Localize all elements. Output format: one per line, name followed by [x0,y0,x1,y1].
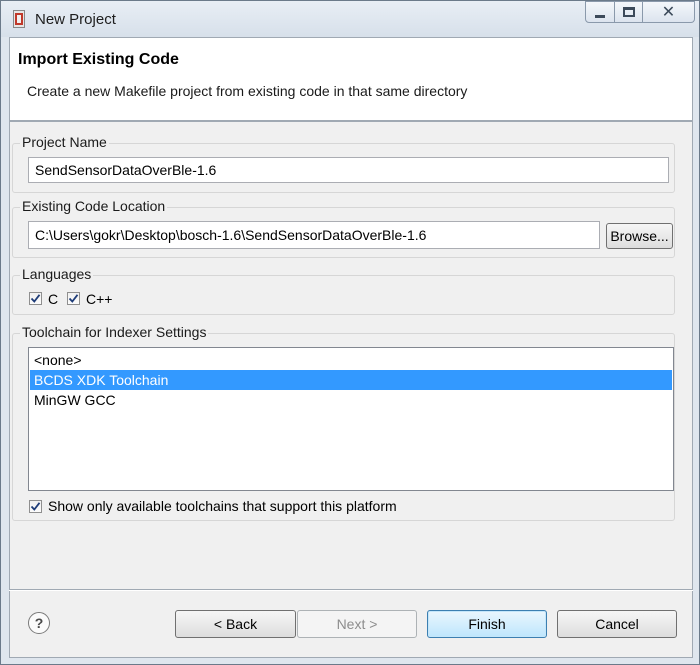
toolchain-item-mingw-gcc[interactable]: MinGW GCC [30,390,672,410]
language-c-label: C [48,291,59,307]
toolchain-item-bcds-xdk[interactable]: BCDS XDK Toolchain [30,370,672,390]
languages-label: Languages [20,266,94,282]
back-button[interactable]: < Back [175,610,296,638]
code-location-field[interactable]: C:\Users\gokr\Desktop\bosch-1.6\SendSens… [28,221,600,249]
next-button[interactable]: Next > [297,610,417,638]
maximize-icon [622,7,635,17]
cancel-button[interactable]: Cancel [557,610,677,638]
language-cpp-label: C++ [86,291,113,307]
toolchain-list[interactable]: <none> BCDS XDK Toolchain MinGW GCC [28,347,674,491]
new-project-window: New Project ✕ Import Existing Code Creat… [0,0,700,665]
show-available-toolchains-label: Show only available toolchains that supp… [48,498,397,514]
page-description: Create a new Makefile project from exist… [27,83,468,99]
page-title: Import Existing Code [18,51,179,68]
window-controls: ✕ [585,1,695,23]
maximize-button[interactable] [615,1,643,23]
eclipse-app-icon [11,10,27,28]
browse-button[interactable]: Browse... [606,223,673,249]
close-icon: ✕ [661,4,676,21]
code-location-label: Existing Code Location [20,198,168,214]
minimize-button[interactable] [585,1,615,23]
checkmark-icon [68,294,79,303]
language-c-checkbox[interactable] [29,292,42,305]
minimize-icon [595,14,605,18]
help-icon[interactable]: ? [28,612,50,634]
toolchain-label: Toolchain for Indexer Settings [20,324,209,340]
toolchain-item-none[interactable]: <none> [30,350,672,370]
checkmark-icon [30,502,41,511]
project-name-label: Project Name [20,134,109,150]
wizard-header: Import Existing Code Create a new Makefi… [9,37,693,120]
close-button[interactable]: ✕ [643,1,695,23]
show-available-toolchains-checkbox[interactable] [29,500,42,513]
title-bar[interactable]: New Project ✕ [1,1,699,37]
checkmark-icon [30,294,41,303]
project-name-field[interactable]: SendSensorDataOverBle-1.6 [28,157,669,183]
window-title: New Project [35,11,116,28]
language-cpp-checkbox[interactable] [67,292,80,305]
finish-button[interactable]: Finish [427,610,547,638]
